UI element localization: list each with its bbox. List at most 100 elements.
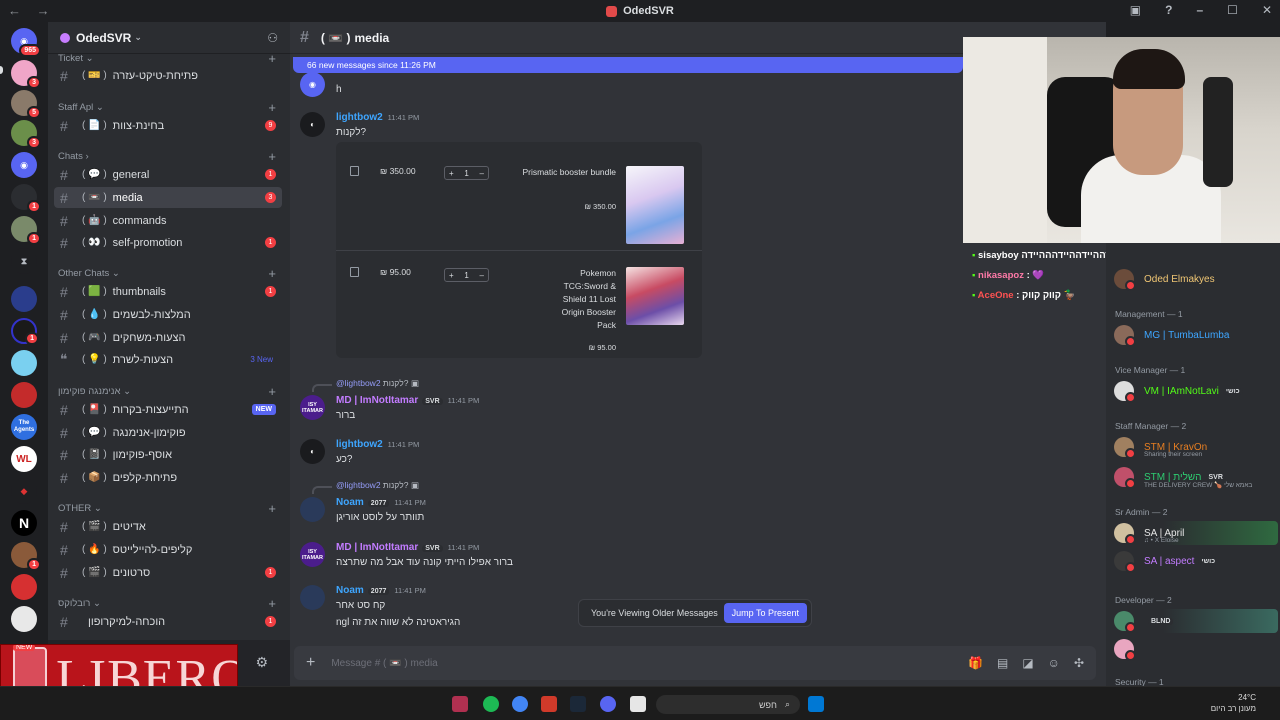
gift-icon[interactable]: 🎁 <box>968 656 983 670</box>
server-icon[interactable]: 5 <box>11 90 41 119</box>
create-channel-icon[interactable]: + <box>268 149 276 164</box>
trash-icon[interactable] <box>350 166 359 176</box>
sticker-icon[interactable]: ◪ <box>1022 656 1033 670</box>
reply-preview[interactable]: @lightbow2 לקנות? ▣ <box>336 378 419 389</box>
maximize-button[interactable]: ☐ <box>1227 3 1238 17</box>
message-author[interactable]: Noam 2077 11:41 PM <box>336 585 426 596</box>
server-icon[interactable] <box>11 382 37 408</box>
server-icon[interactable]: 1 <box>11 542 41 571</box>
new-messages-banner[interactable]: 66 new messages since 11:26 PM <box>293 57 963 73</box>
server-icon[interactable]: 1 <box>11 216 41 245</box>
app-icon[interactable] <box>541 696 557 712</box>
create-channel-icon[interactable]: + <box>268 100 276 115</box>
member-item[interactable]: Oded Elmakyes <box>1114 267 1278 291</box>
channel-item[interactable]: # ( 🎮 ) הצעות-משחקים <box>54 327 282 348</box>
member-item[interactable]: STM | KravOn Sharing their screen <box>1114 435 1278 459</box>
n-server-icon[interactable]: N <box>11 510 37 536</box>
direct-messages-icon[interactable]: ◉ 965 <box>11 28 41 57</box>
avatar[interactable] <box>300 585 325 610</box>
minimize-button[interactable]: – <box>1196 3 1203 17</box>
emoji-icon[interactable]: ☺ <box>1048 656 1060 670</box>
server-icon[interactable] <box>11 286 37 312</box>
help-icon[interactable]: ? <box>1165 3 1172 17</box>
wl-server-icon[interactable]: WL <box>11 446 37 472</box>
channel-item[interactable]: # ( 🤖 ) commands <box>54 210 282 231</box>
category-ticket[interactable]: Ticket ⌄ + <box>58 50 276 66</box>
channel-item[interactable]: # ( 🎬 ) סרטונים 1 <box>54 562 282 583</box>
member-item[interactable]: BLND <box>1114 609 1278 633</box>
category-animanga-pokemon[interactable]: אנימנגה פוקימון ⌄ + <box>58 383 276 399</box>
category-staff-apl[interactable]: Staff Apl ⌄ + <box>58 99 276 115</box>
reply-preview[interactable]: @lightbow2 לקנות? ▣ <box>336 480 419 491</box>
channel-item[interactable]: # ( 🎴 ) התייעצות-בקרות NEW <box>54 399 282 420</box>
channel-item[interactable]: # הוכחה-למיקרופון 1 <box>54 611 282 632</box>
channel-item[interactable]: # ( 🎬 ) אדיטים <box>54 516 282 537</box>
server-icon[interactable] <box>11 606 37 632</box>
create-channel-icon[interactable]: + <box>268 501 276 516</box>
create-channel-icon[interactable]: + <box>268 596 276 611</box>
weather-widget[interactable]: 24°C מעונן רב היום <box>1211 692 1256 714</box>
create-channel-icon[interactable]: + <box>268 51 276 66</box>
message-author[interactable]: lightbow2 11:41 PM <box>336 439 419 450</box>
category-other[interactable]: OTHER ⌄ + <box>58 500 276 516</box>
minus-icon[interactable]: – <box>480 169 484 178</box>
member-item[interactable]: SA | aspect כושי <box>1114 549 1278 573</box>
server-icon[interactable]: 1 <box>11 318 39 345</box>
avatar[interactable]: ISY ITAMAR <box>300 395 325 420</box>
message-composer[interactable]: + Message # ( 📼 ) media 🎁 ▤ ◪ ☺ ✣ <box>294 646 1096 680</box>
server-icon[interactable]: 3 <box>11 120 41 149</box>
quantity-stepper[interactable]: +1 – <box>444 166 489 180</box>
close-button[interactable]: ✕ <box>1262 3 1272 17</box>
avatar[interactable]: ◉ <box>300 72 325 97</box>
trash-icon[interactable] <box>350 267 359 277</box>
windows-start-icon[interactable] <box>808 696 824 712</box>
channel-item[interactable]: # ( 👀 ) self-promotion 1 <box>54 232 282 253</box>
quantity-stepper[interactable]: +1 – <box>444 268 489 282</box>
member-item[interactable] <box>1114 637 1278 661</box>
channel-item[interactable]: # ( 🟩 ) thumbnails 1 <box>54 281 282 302</box>
member-item[interactable]: STM | השלית SVR THE DELIVERY CREW 🍗 באמא ש… <box>1114 465 1278 489</box>
add-user-icon[interactable]: ⚇ <box>267 31 278 45</box>
channel-item[interactable]: # ( 📄 ) בחינת-צוות 9 <box>54 115 282 136</box>
gear-icon[interactable]: ⚙ <box>255 654 268 671</box>
create-channel-icon[interactable]: + <box>268 266 276 281</box>
server-icon[interactable]: 1 <box>11 184 41 213</box>
gif-icon[interactable]: ▤ <box>997 656 1008 670</box>
channel-item[interactable]: # ( 🔥 ) קליפים-להיילייטס <box>54 539 282 560</box>
channel-item[interactable]: # ( 💬 ) פוקימון-אנימנגה <box>54 422 282 443</box>
server-icon[interactable] <box>11 350 37 376</box>
steam-icon[interactable] <box>570 696 586 712</box>
app-icon[interactable] <box>452 696 468 712</box>
channel-item[interactable]: # ( 🎫 ) פתיחת-טיקט-עזרה <box>54 65 282 86</box>
plus-icon[interactable]: + <box>449 169 454 178</box>
avatar[interactable]: ◐ <box>300 439 325 464</box>
channel-item-active[interactable]: # ( 📼 ) media 3 <box>54 187 282 208</box>
add-attachment-icon[interactable]: + <box>306 654 315 672</box>
member-item[interactable]: MG | TumbaLumba <box>1114 323 1278 347</box>
nav-arrows[interactable]: ← → <box>8 3 56 18</box>
spotify-icon[interactable] <box>483 696 499 712</box>
jump-to-present-button[interactable]: Jump To Present <box>723 603 807 623</box>
channel-item[interactable]: # ( 📓 ) אוסף-פוקימון <box>54 444 282 465</box>
member-item[interactable]: VM | IAmNotLavi כושי <box>1114 379 1278 403</box>
plus-icon[interactable]: + <box>449 271 454 280</box>
channel-item[interactable]: # ( 📦 ) פתיחת-קלפים <box>54 467 282 488</box>
member-item[interactable]: SA | April ♫ • X Eloise <box>1114 521 1278 545</box>
avatar[interactable] <box>300 497 325 522</box>
discord-icon[interactable] <box>600 696 616 712</box>
the-agents-server-icon[interactable]: The Agents <box>11 414 37 440</box>
server-icon[interactable]: 3 <box>11 60 41 89</box>
forum-channel-item[interactable]: ❝ ( 💡 ) הצעות-לשרת 3 New <box>54 349 282 370</box>
category-roblox[interactable]: רובלוקס ⌄ + <box>58 595 276 611</box>
message-input[interactable]: Message # ( 📼 ) media <box>331 658 437 669</box>
chrome-icon[interactable] <box>512 696 528 712</box>
server-icon[interactable]: ◆ <box>11 478 37 504</box>
message-author[interactable]: MD | ImNotItamar SVR 11:41 PM <box>336 542 479 553</box>
channel-item[interactable]: # ( 💬 ) general 1 <box>54 164 282 185</box>
message-author[interactable]: lightbow2 11:41 PM <box>336 112 419 123</box>
avatar[interactable]: ISY ITAMAR <box>300 542 325 567</box>
channel-item[interactable]: # ( 💧 ) המלצות-לבשמים <box>54 304 282 325</box>
category-other-chats[interactable]: Other Chats ⌄ + <box>58 265 276 281</box>
create-channel-icon[interactable]: + <box>268 384 276 399</box>
apps-icon[interactable]: ✣ <box>1074 656 1084 670</box>
